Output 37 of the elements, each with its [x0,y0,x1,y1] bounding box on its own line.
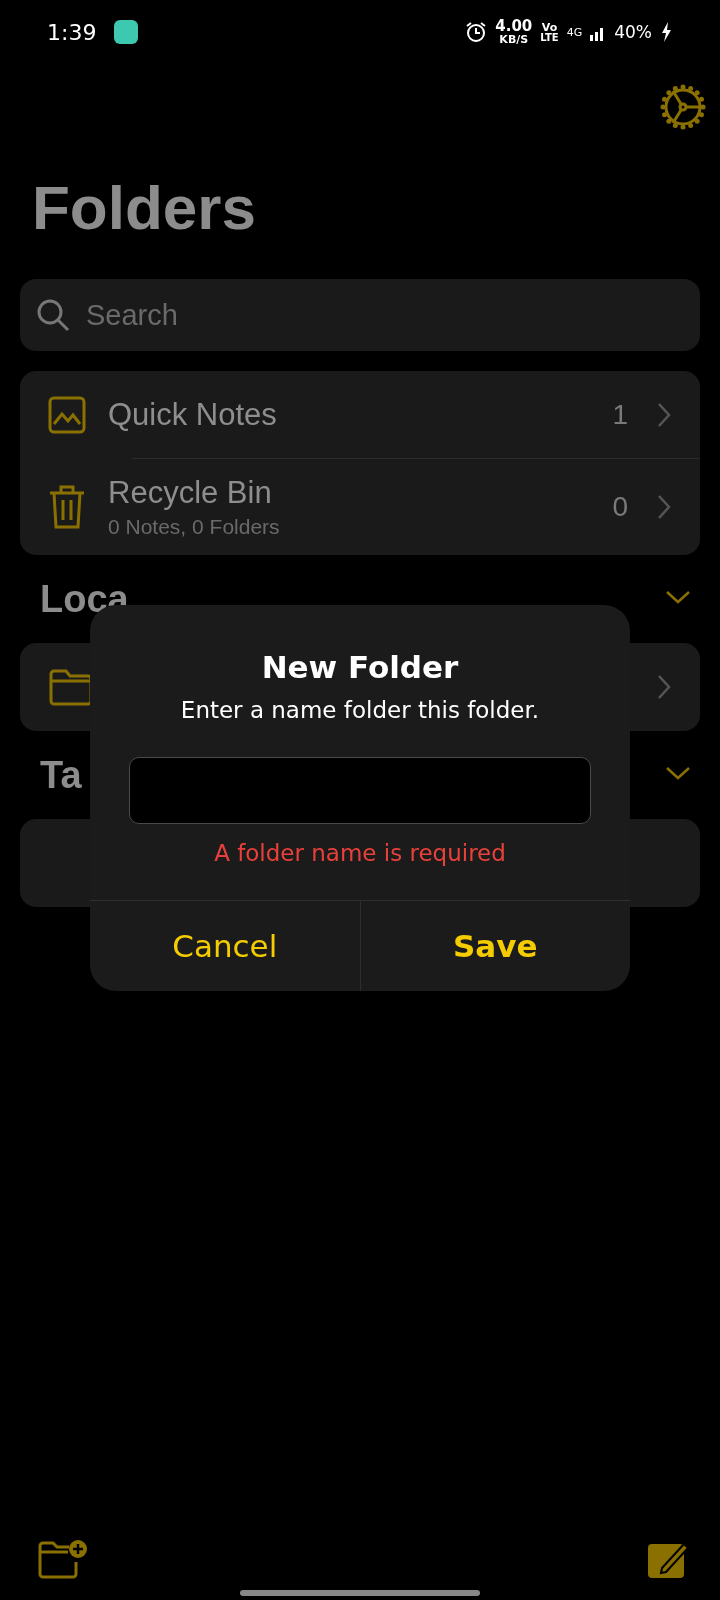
trash-icon [48,484,86,530]
page-title: Folders [32,172,257,243]
save-button[interactable]: Save [359,901,630,991]
search-input[interactable]: Search [84,297,684,333]
network-speed: 4.00 [495,19,533,34]
network-type: 4G [566,25,583,39]
folder-count: 1 [612,399,628,431]
alarm-icon [465,21,488,43]
chevron-icon[interactable] [664,589,692,605]
chevron-icon[interactable] [664,765,692,781]
folder-name: Quick Notes [108,397,278,433]
volte-label: Vo [541,21,558,33]
folder-subtitle: 0 Notes, 0 Folders [108,515,281,539]
status-time: 1:39 [47,19,97,45]
chevron-right-icon [656,401,672,429]
folder-count: 0 [612,491,628,523]
folder-name: Recycle Bin [108,475,273,511]
new-folder-icon[interactable] [38,1538,88,1580]
search-icon [36,298,70,332]
folder-row[interactable]: Recycle Bin 0 Notes, 0 Folders 0 [20,459,700,555]
image-icon [48,396,86,434]
dialog-message: Enter a name folder this folder. [180,697,540,723]
search-field[interactable]: Search [20,279,700,351]
charging-icon [660,21,672,43]
section-title: Ta [40,753,82,797]
dialog-title: New Folder [261,649,459,685]
folder-row[interactable]: Quick Notes 1 [20,371,700,459]
folder-name-field[interactable] [129,757,591,824]
network-speed-unit: KB/S [499,34,529,45]
chevron-right-icon [656,493,672,521]
app-notification-icon [114,20,139,44]
settings-icon[interactable] [660,84,706,130]
battery-level: 40% [614,22,652,42]
chevron-right-icon [656,673,672,701]
error-message: A folder name is required [214,840,506,866]
volte-label: LTE [540,32,559,43]
cancel-button[interactable]: Cancel [90,901,360,991]
